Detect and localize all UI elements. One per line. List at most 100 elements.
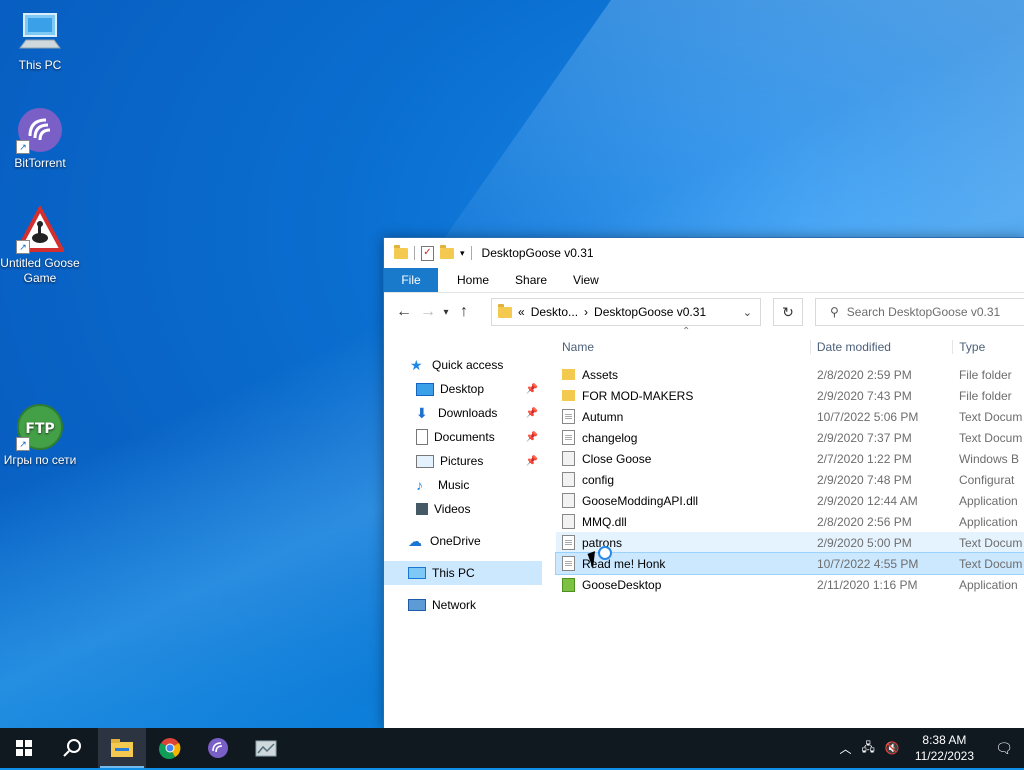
desktop-icon-untitled-goose-game[interactable]: ↗ Untitled Goose Game: [0, 204, 80, 286]
address-bar[interactable]: « Deskto... › DesktopGoose v0.31 ⌄: [491, 298, 761, 326]
tab-view[interactable]: View: [560, 268, 612, 292]
search-box[interactable]: ⚲ Search DesktopGoose v0.31: [815, 298, 1024, 326]
bittorrent-icon: [208, 738, 228, 758]
nav-label: Documents: [434, 430, 495, 444]
navigation-bar: ← → ▾ ↑ « Deskto... › DesktopGoose v0.31…: [384, 293, 1024, 331]
taskbar: ︿ 🖧 🔇 8:38 AM 11/22/2023 🗨: [0, 728, 1024, 768]
column-name[interactable]: Name: [556, 340, 810, 354]
file-row[interactable]: GooseDesktop 2/11/2020 1:16 PM Applicati…: [556, 574, 1024, 595]
refresh-button[interactable]: ↻: [773, 298, 803, 326]
nav-label: Downloads: [438, 406, 498, 420]
file-date: 2/9/2020 7:37 PM: [816, 430, 912, 445]
nav-music[interactable]: ♪ Music: [384, 473, 542, 497]
address-overflow[interactable]: «: [518, 305, 525, 319]
pin-icon[interactable]: 📌: [526, 432, 538, 443]
folder-icon: [394, 244, 408, 259]
file-explorer-window[interactable]: ✓ ▾ DesktopGoose v0.31 File Home Share V…: [383, 237, 1024, 729]
desktop-icon-label: Игры по сети: [3, 453, 77, 467]
ribbon-tabs: File Home Share View: [384, 268, 1024, 293]
toolbar-divider: [414, 246, 415, 260]
nav-quick-access[interactable]: ★ Quick access: [384, 353, 542, 377]
breadcrumb-current[interactable]: DesktopGoose v0.31: [594, 305, 706, 319]
taskbar-file-explorer[interactable]: [98, 728, 146, 768]
desktop-icon-this-pc[interactable]: This PC: [0, 8, 80, 73]
column-type[interactable]: Type: [952, 340, 1024, 354]
nav-downloads[interactable]: ⬇ Downloads 📌: [384, 401, 542, 425]
nav-onedrive[interactable]: ☁ OneDrive: [384, 529, 542, 553]
up-arrow-icon[interactable]: ↑: [452, 303, 476, 321]
file-row[interactable]: Close Goose 2/7/2020 1:22 PM Windows B: [556, 448, 1024, 469]
file-row[interactable]: Autumn 10/7/2022 5:06 PM Text Docum: [556, 406, 1024, 427]
customize-toolbar-icon[interactable]: ▾: [460, 248, 465, 259]
desktop-icon-label: BitTorrent: [14, 156, 66, 170]
pin-icon[interactable]: 📌: [526, 384, 538, 395]
search-icon: [63, 739, 81, 757]
music-note-icon: ♪: [416, 477, 423, 493]
forward-arrow-icon[interactable]: →: [416, 303, 440, 321]
search-button[interactable]: [48, 728, 96, 768]
file-row[interactable]: config 2/9/2020 7:48 PM Configurat: [556, 469, 1024, 490]
nav-videos[interactable]: Videos: [384, 497, 542, 521]
address-history-chevron-icon[interactable]: ⌄: [743, 306, 752, 319]
file-row[interactable]: MMQ.dll 2/8/2020 2:56 PM Application: [556, 511, 1024, 532]
show-hidden-icons-chevron-icon[interactable]: ︿: [834, 740, 856, 757]
clock[interactable]: 8:38 AM 11/22/2023: [905, 732, 984, 764]
column-date-modified[interactable]: Date modified: [809, 340, 952, 354]
file-row[interactable]: Assets 2/8/2020 2:59 PM File folder: [556, 364, 1024, 385]
nav-label: This PC: [432, 566, 475, 580]
back-arrow-icon[interactable]: ←: [392, 303, 416, 321]
ftp-icon: FTP ↗: [16, 403, 64, 451]
file-type: Text Docum: [958, 535, 1023, 550]
file-row-selected[interactable]: Read me! Honk 10/7/2022 4:55 PM Text Doc…: [555, 552, 1024, 575]
taskbar-bittorrent[interactable]: [194, 728, 242, 768]
file-list: ⌃ Name Date modified Type Assets 2/8/202…: [555, 326, 1024, 595]
file-type: Application: [958, 493, 1018, 508]
breadcrumb-separator[interactable]: ›: [584, 305, 588, 319]
file-type: Windows B: [958, 451, 1019, 466]
app-window-icon: [255, 740, 277, 757]
file-explorer-icon: [111, 739, 133, 757]
file-type: Text Docum: [958, 430, 1023, 445]
taskbar-chrome[interactable]: [146, 728, 194, 768]
title-bar[interactable]: ✓ ▾ DesktopGoose v0.31: [384, 238, 1024, 268]
system-tray: ︿ 🖧 🔇 8:38 AM 11/22/2023 🗨: [834, 728, 1024, 768]
network-icon[interactable]: 🖧: [856, 738, 879, 759]
file-date: 2/7/2020 1:22 PM: [816, 451, 912, 466]
tab-home[interactable]: Home: [444, 268, 502, 292]
pin-icon[interactable]: 📌: [526, 408, 538, 419]
properties-icon[interactable]: ✓: [421, 245, 434, 261]
volume-muted-icon[interactable]: 🔇: [880, 741, 905, 755]
file-type: File folder: [958, 367, 1012, 382]
file-row[interactable]: FOR MOD-MAKERS 2/9/2020 7:43 PM File fol…: [556, 385, 1024, 406]
recent-locations-chevron-icon[interactable]: ▾: [440, 307, 452, 318]
desktop-icon-label: This PC: [18, 58, 62, 72]
cloud-icon: ☁: [408, 533, 422, 549]
folder-icon: [562, 390, 575, 401]
desktop-icon-network-games[interactable]: FTP ↗ Игры по сети: [0, 403, 80, 468]
tab-share[interactable]: Share: [502, 268, 560, 292]
nav-network[interactable]: Network: [384, 593, 542, 617]
file-date: 10/7/2022 5:06 PM: [816, 409, 919, 424]
nav-label: Network: [432, 598, 477, 612]
taskbar-desktop-goose[interactable]: [242, 728, 290, 768]
nav-label: Videos: [434, 502, 471, 516]
file-row[interactable]: changelog 2/9/2020 7:37 PM Text Docum: [556, 427, 1024, 448]
breadcrumb-desktop[interactable]: Deskto...: [531, 305, 578, 319]
nav-this-pc[interactable]: This PC: [384, 561, 542, 585]
pin-icon[interactable]: 📌: [526, 456, 538, 467]
nav-desktop[interactable]: Desktop 📌: [384, 377, 542, 401]
new-folder-icon[interactable]: [440, 244, 454, 259]
file-date: 2/8/2020 2:56 PM: [816, 514, 912, 529]
nav-label: Music: [438, 478, 470, 492]
file-type: Application: [958, 514, 1018, 529]
tab-file[interactable]: File: [384, 268, 438, 292]
file-row[interactable]: GooseModdingAPI.dll 2/9/2020 12:44 AM Ap…: [556, 490, 1024, 511]
start-button[interactable]: [0, 728, 48, 768]
file-type: Application: [958, 577, 1018, 592]
notification-center-icon[interactable]: 🗨: [984, 740, 1024, 757]
nav-documents[interactable]: Documents 📌: [384, 425, 542, 449]
desktop-icon-bittorrent[interactable]: ↗ BitTorrent: [0, 106, 80, 171]
file-row-hovered[interactable]: patrons 2/9/2020 5:00 PM Text Docum: [556, 532, 1024, 553]
column-headers: ⌃ Name Date modified Type: [556, 326, 1024, 360]
nav-pictures[interactable]: Pictures 📌: [384, 449, 542, 473]
